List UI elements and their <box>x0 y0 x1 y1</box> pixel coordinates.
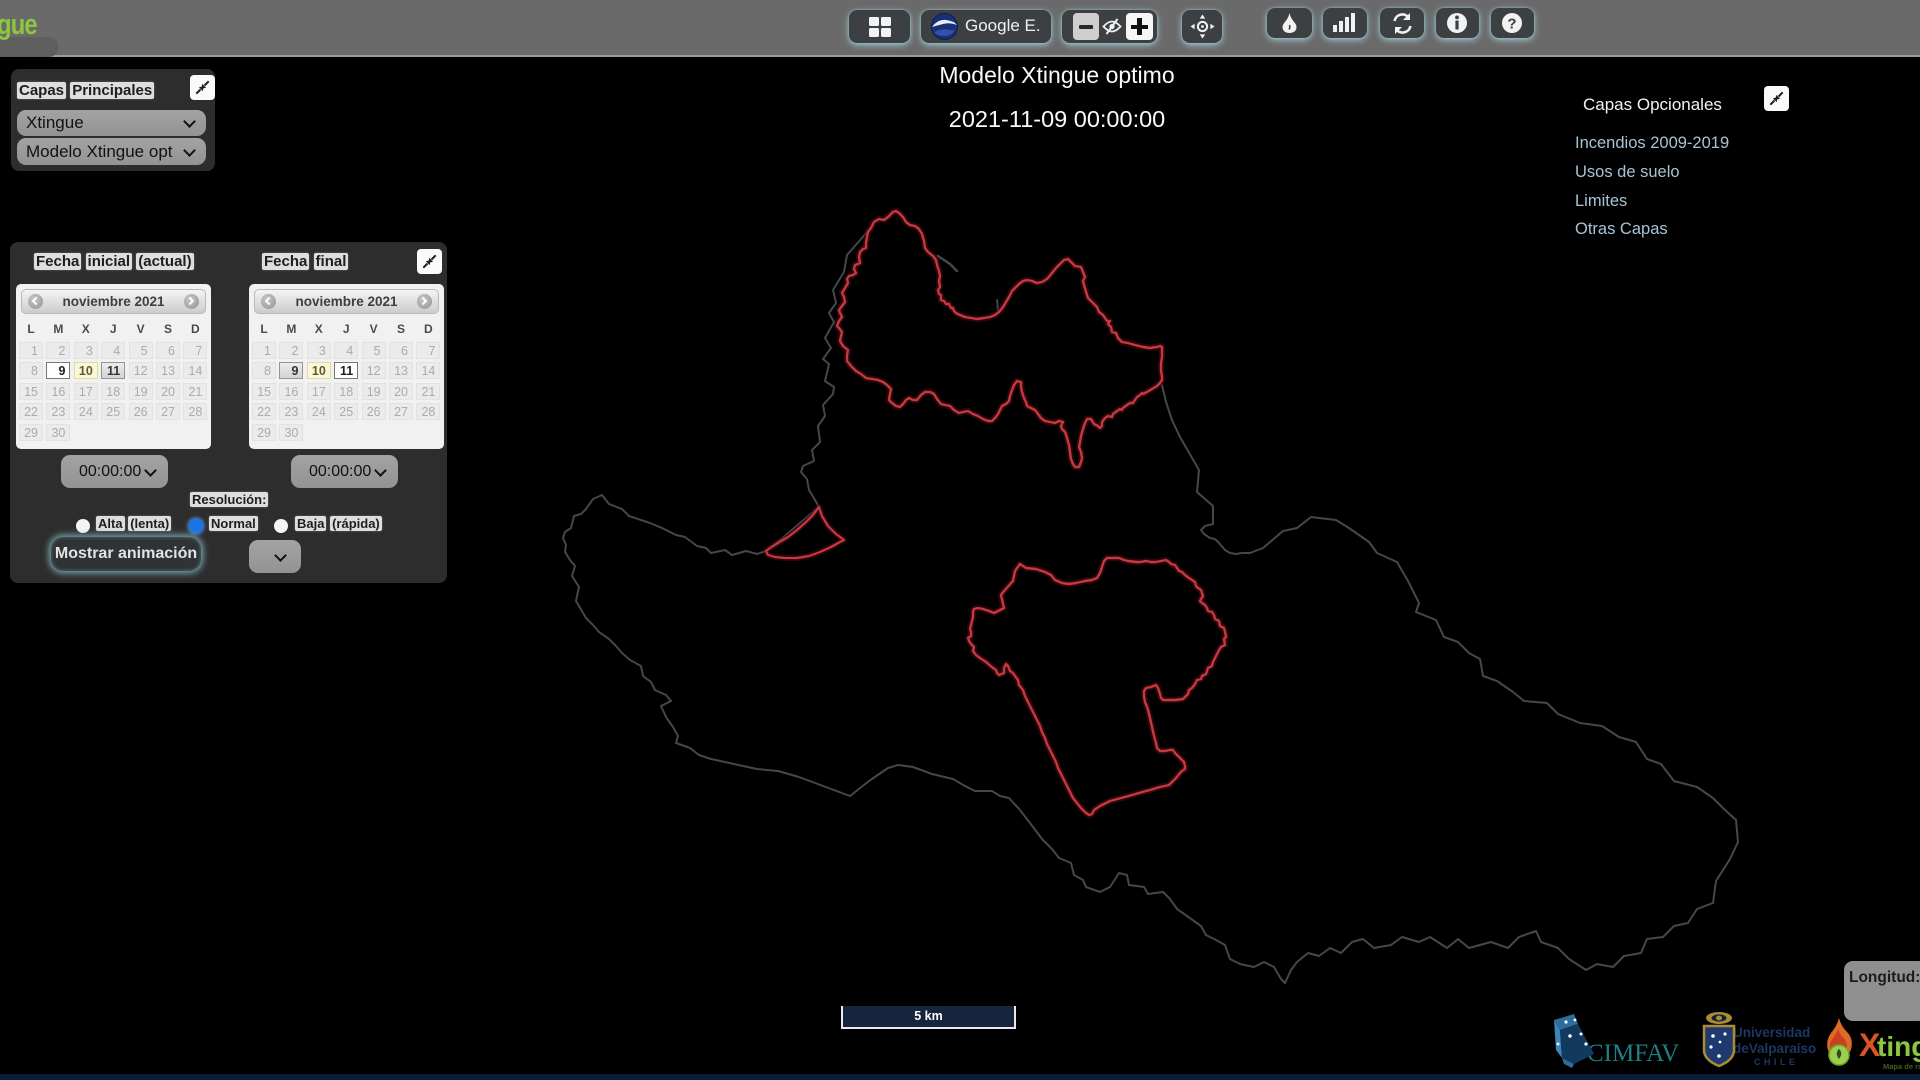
svg-text:?: ? <box>1507 16 1516 33</box>
